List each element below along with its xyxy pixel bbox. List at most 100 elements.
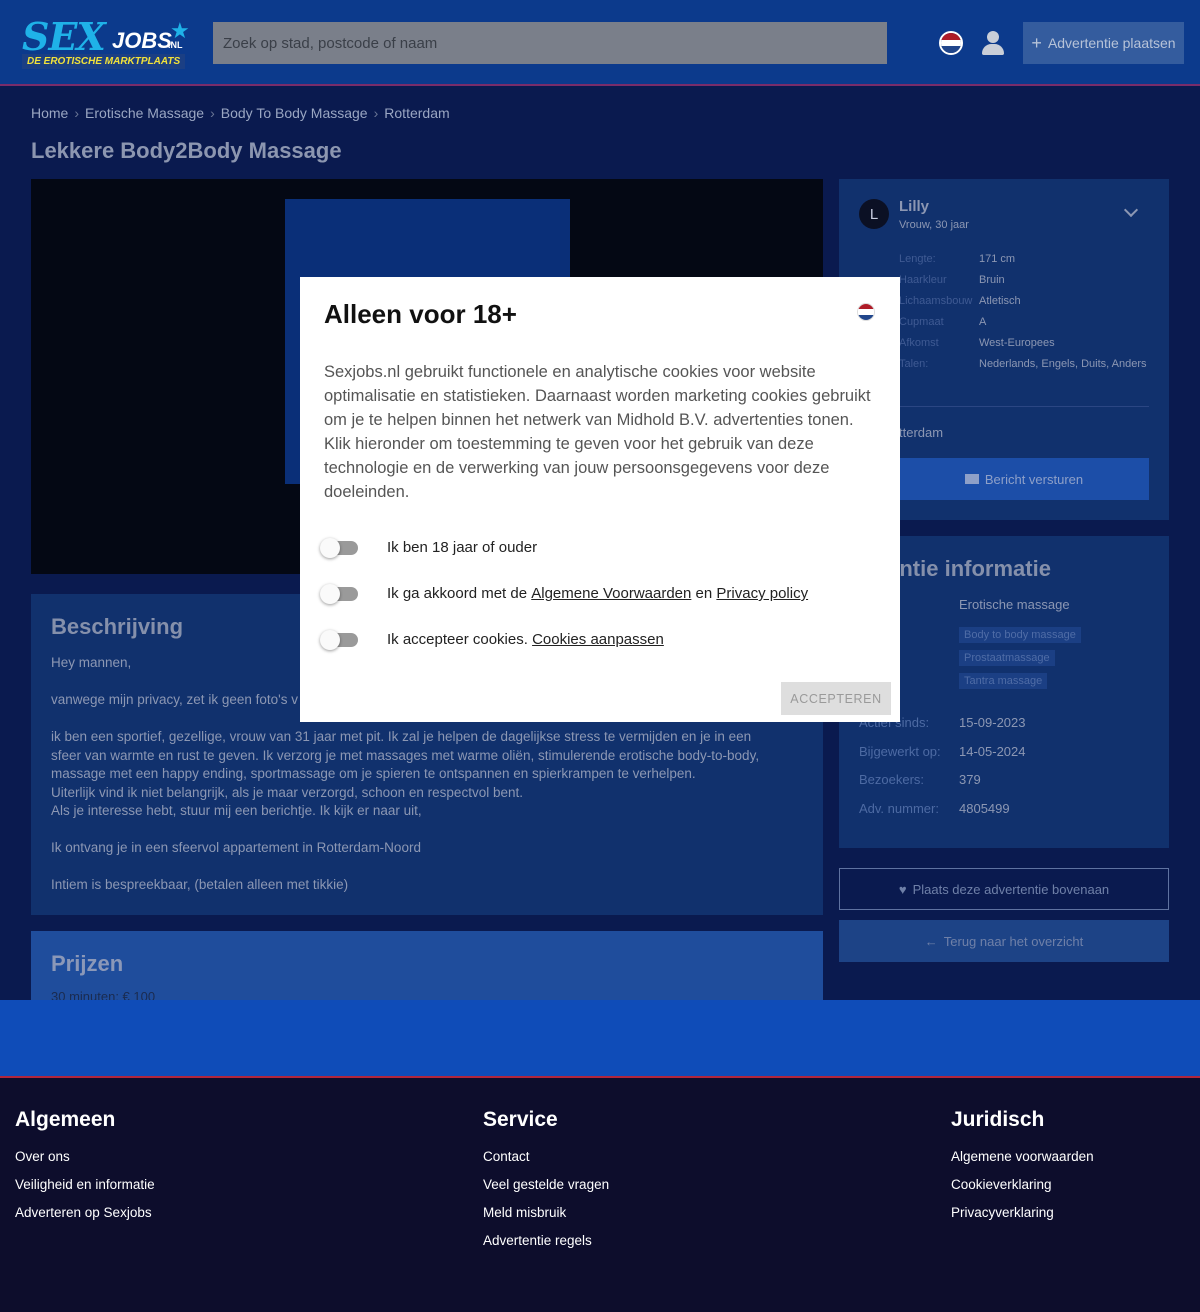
info-key: Bijgewerkt op: xyxy=(859,744,941,759)
search-input[interactable] xyxy=(213,22,887,64)
envelope-icon xyxy=(964,474,979,484)
terms-label-mid: en xyxy=(695,585,713,602)
arrow-left-icon: ← xyxy=(924,933,938,949)
heart-icon: ♥ xyxy=(898,881,907,897)
post-ad-label: Advertentie plaatsen xyxy=(1047,35,1176,51)
cookies-settings-link[interactable]: Cookies aanpassen xyxy=(532,631,664,648)
plus-icon: + xyxy=(1031,32,1042,53)
info-value: 379 xyxy=(959,772,981,787)
footer-heading: Juridisch xyxy=(951,1108,1045,1131)
footer-column-algemeen: Algemeen Over ons Veiligheid en informat… xyxy=(15,1108,155,1232)
footer-link[interactable]: Over ons xyxy=(15,1148,155,1166)
attribute-value: 171 cm xyxy=(979,253,1016,265)
attribute-key: Haarkleur xyxy=(899,274,947,286)
language-flag-icon[interactable] xyxy=(939,31,963,55)
accept-button[interactable]: ACCEPTEREN xyxy=(781,682,891,715)
attribute-row: Cupmaat A xyxy=(899,314,1149,330)
attribute-key: Lichaamsbouw xyxy=(899,295,973,307)
post-ad-button[interactable]: + Advertentie plaatsen xyxy=(1023,22,1184,64)
footer-heading: Service xyxy=(483,1108,558,1131)
footer-link[interactable]: Advertentie regels xyxy=(483,1232,609,1250)
footer-link[interactable]: Contact xyxy=(483,1148,609,1166)
attribute-row: Afkomst West-Europees xyxy=(899,335,1149,351)
attribute-value: Bruin xyxy=(979,274,1005,286)
send-message-label: Bericht versturen xyxy=(984,471,1084,487)
ad-info-heading: ertentie informatie xyxy=(859,556,1051,581)
footer-link[interactable]: Algemene voorwaarden xyxy=(951,1148,1094,1166)
footer-band xyxy=(0,1000,1200,1076)
tag[interactable]: Prostaatmassage xyxy=(959,650,1055,666)
profile-city: tterdam xyxy=(899,425,944,440)
profile-subtitle: Vrouw, 30 jaar xyxy=(899,219,969,231)
cookies-toggle-row[interactable]: Ik accepteer cookies. Cookies aanpassen xyxy=(320,629,664,650)
footer-link[interactable]: Privacyverklaring xyxy=(951,1204,1094,1222)
breadcrumb-separator-icon: › xyxy=(74,105,80,121)
info-row: Bezoekers: 379 xyxy=(859,772,981,787)
breadcrumb-erotische-massage[interactable]: Erotische Massage xyxy=(85,105,204,121)
tag[interactable]: Body to body massage xyxy=(959,627,1081,643)
attribute-row: Talen: Nederlands, Engels, Duits, Anders xyxy=(899,356,1149,372)
footer-link[interactable]: Meld misbruik xyxy=(483,1204,609,1222)
tag[interactable]: Tantra massage xyxy=(959,673,1048,689)
profile-attributes: Lengte: 171 cm Haarkleur Bruin Lichaamsbou… xyxy=(899,251,1149,377)
sexjobs-logo[interactable]: SEX JOBS ★ .NL DE EROTISCHE MARKTPLAATS xyxy=(22,14,192,69)
modal-text: Sexjobs.nl gebruikt functionele en analy… xyxy=(324,363,871,501)
info-row: Adv. nummer: 4805499 xyxy=(859,801,1010,816)
age-toggle[interactable] xyxy=(320,537,358,558)
back-to-overview-button[interactable]: ← Terug naar het overzicht xyxy=(839,920,1169,962)
attribute-value: A xyxy=(979,316,987,328)
user-account-icon[interactable] xyxy=(982,31,1004,55)
terms-label-prefix: Ik ga akkoord met de xyxy=(387,585,528,602)
cookies-label: Ik accepteer cookies. xyxy=(387,631,528,648)
modal-title: Alleen voor 18+ xyxy=(324,299,517,329)
attribute-value: Nederlands, Engels, Duits, Anders xyxy=(979,358,1147,370)
attribute-row: Lengte: 171 cm xyxy=(899,251,1149,267)
terms-toggle[interactable] xyxy=(320,583,358,604)
attribute-row: Lichaamsbouw Atletisch xyxy=(899,293,1149,309)
attribute-key: Cupmaat xyxy=(899,316,944,328)
attribute-value: Atletisch xyxy=(979,295,1021,307)
footer-link[interactable]: Cookieverklaring xyxy=(951,1176,1094,1194)
info-value: Erotische massage xyxy=(959,597,1070,612)
breadcrumb-rotterdam[interactable]: Rotterdam xyxy=(384,105,449,121)
age-toggle-label: Ik ben 18 jaar of ouder xyxy=(387,539,538,556)
breadcrumb-body-to-body[interactable]: Body To Body Massage xyxy=(221,105,368,121)
language-flag-icon[interactable] xyxy=(857,303,875,321)
site-footer: Algemeen Over ons Veiligheid en informat… xyxy=(0,1076,1200,1312)
page: SEX JOBS ★ .NL DE EROTISCHE MARKTPLAATS … xyxy=(0,0,1200,1312)
divider xyxy=(899,406,1149,407)
attribute-key: Lengte: xyxy=(899,253,936,265)
privacy-policy-link[interactable]: Privacy policy xyxy=(716,585,808,602)
footer-column-juridisch: Juridisch Algemene voorwaarden Cookiever… xyxy=(951,1108,1094,1232)
age-toggle-row[interactable]: Ik ben 18 jaar of ouder xyxy=(320,537,538,558)
breadcrumb: Home › Erotische Massage › Body To Body … xyxy=(31,105,450,121)
footer-link[interactable]: Veel gestelde vragen xyxy=(483,1176,609,1194)
breadcrumb-separator-icon: › xyxy=(373,105,379,121)
footer-link[interactable]: Veiligheid en informatie xyxy=(15,1176,155,1194)
logo-tagline: DE EROTISCHE MARKTPLAATS xyxy=(22,54,186,69)
footer-heading: Algemeen xyxy=(15,1108,116,1131)
cookies-toggle[interactable] xyxy=(320,629,358,650)
age-consent-modal: Alleen voor 18+ Sexjobs.nl gebruikt func… xyxy=(300,277,900,722)
attribute-key: Afkomst xyxy=(899,337,939,349)
prices-heading: Prijzen xyxy=(51,951,124,976)
chevron-down-icon[interactable] xyxy=(1123,202,1139,218)
attribute-row: Haarkleur Bruin xyxy=(899,272,1149,288)
info-key: Bezoekers: xyxy=(859,772,925,787)
breadcrumb-separator-icon: › xyxy=(210,105,215,121)
promote-ad-label: Plaats deze advertentie bovenaan xyxy=(912,881,1110,897)
logo-sex: SEX xyxy=(22,14,106,59)
info-row: Bijgewerkt op: 14-05-2024 xyxy=(859,744,1026,759)
breadcrumb-home[interactable]: Home xyxy=(31,105,68,121)
logo-jobs: JOBS xyxy=(112,28,172,53)
info-value: 15-09-2023 xyxy=(959,715,1026,730)
promote-ad-button[interactable]: ♥ Plaats deze advertentie bovenaan xyxy=(839,868,1169,910)
footer-link[interactable]: Adverteren op Sexjobs xyxy=(15,1204,155,1222)
terms-toggle-row[interactable]: Ik ga akkoord met de Algemene Voorwaarde… xyxy=(320,583,808,604)
footer-column-service: Service Contact Veel gestelde vragen Mel… xyxy=(483,1108,609,1260)
send-message-button[interactable]: Bericht versturen xyxy=(899,458,1149,500)
terms-link[interactable]: Algemene Voorwaarden xyxy=(531,585,691,602)
back-label: Terug naar het overzicht xyxy=(943,933,1084,949)
attribute-value: West-Europees xyxy=(979,337,1055,349)
page-title: Lekkere Body2Body Massage xyxy=(31,138,342,163)
